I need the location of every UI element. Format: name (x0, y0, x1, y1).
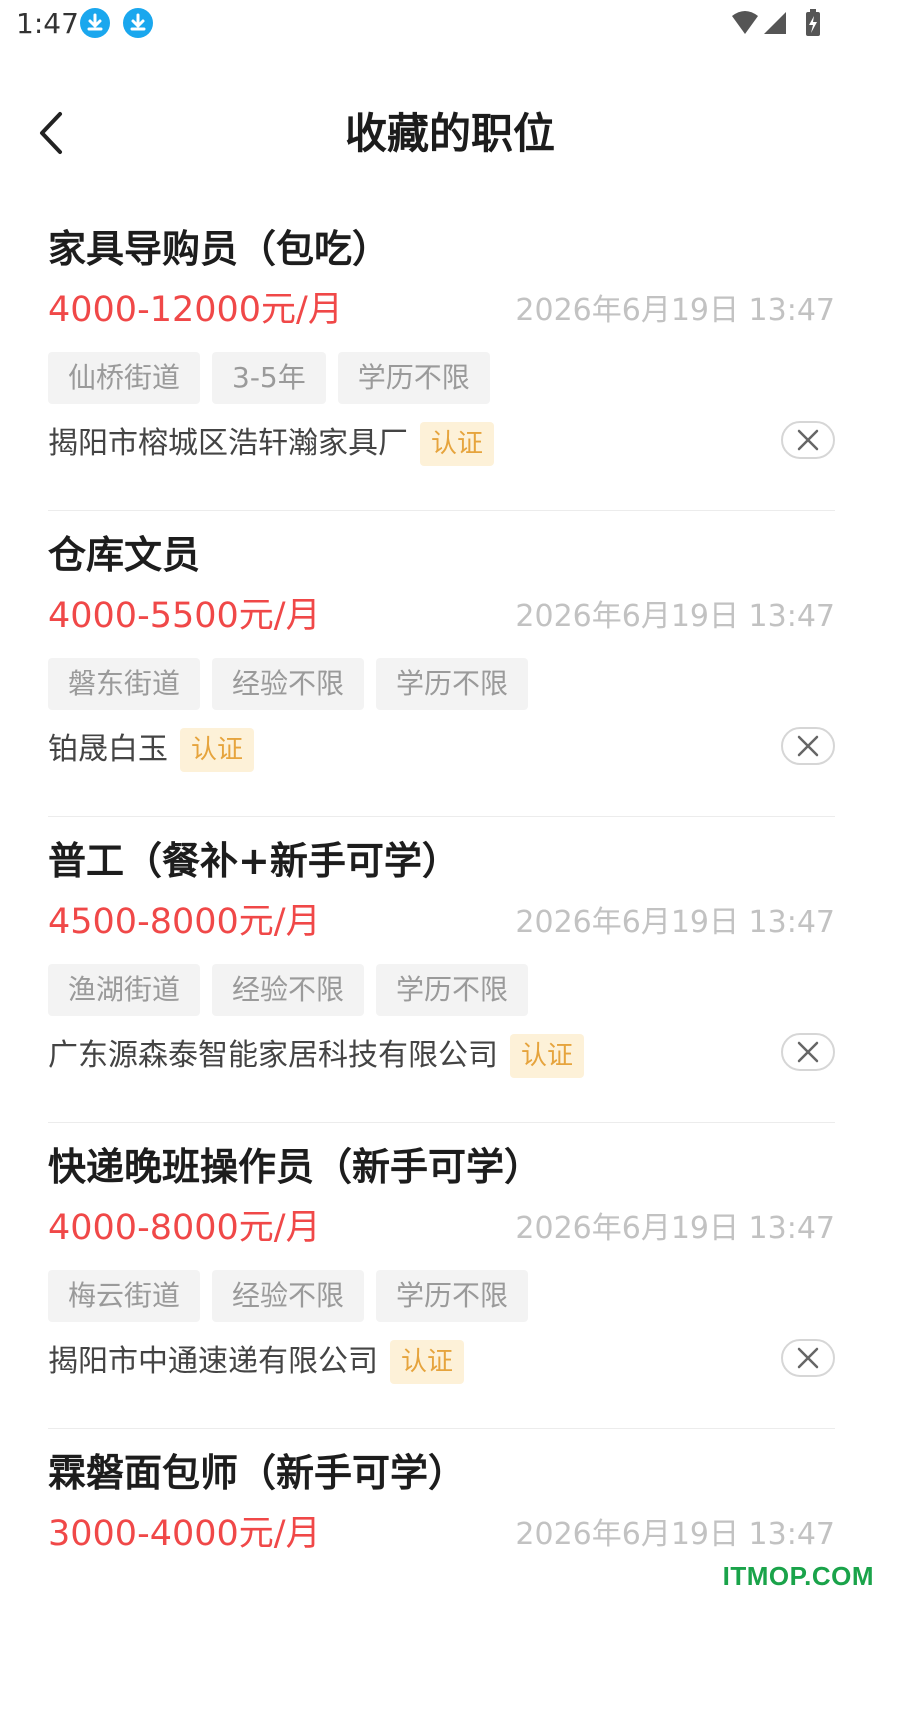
download-icon (80, 8, 110, 38)
tag-education: 学历不限 (376, 964, 529, 1016)
remove-favorite-button[interactable] (781, 727, 835, 765)
job-card[interactable]: 普工（餐补+新手可学） 4500-8000元/月 2026年6月19日 13:4… (48, 817, 835, 1123)
job-salary: 4500-8000元/月 (48, 902, 321, 942)
job-card[interactable]: 家具导购员（包吃） 4000-12000元/月 2026年6月19日 13:47… (48, 205, 835, 511)
saved-time: 2026年6月19日 13:47 (515, 1211, 835, 1246)
company-name: 揭阳市榕城区浩轩瀚家具厂 (48, 426, 408, 461)
job-title: 普工（餐补+新手可学） (48, 839, 460, 883)
close-icon (797, 1041, 819, 1063)
verified-badge: 认证 (420, 422, 495, 466)
saved-time: 2026年6月19日 13:47 (515, 293, 835, 328)
job-title: 霖磐面包师（新手可学） (48, 1451, 467, 1495)
status-time: 1:47 (16, 7, 79, 40)
tag-experience: 经验不限 (212, 658, 365, 710)
job-salary: 4000-8000元/月 (48, 1208, 321, 1248)
tag-experience: 3-5年 (212, 352, 326, 404)
tag-education: 学历不限 (337, 352, 490, 404)
tag-experience: 经验不限 (212, 1270, 365, 1322)
verified-badge: 认证 (510, 1034, 585, 1078)
download-icon (123, 8, 153, 38)
job-card[interactable]: 快递晚班操作员（新手可学） 4000-8000元/月 2026年6月19日 13… (48, 1123, 835, 1429)
tag-education: 学历不限 (376, 1270, 529, 1322)
tag-location: 梅云街道 (48, 1270, 201, 1322)
remove-favorite-button[interactable] (781, 1339, 835, 1377)
saved-time: 2026年6月19日 13:47 (515, 1517, 835, 1552)
status-bar: 1:47 (0, 0, 900, 48)
close-icon (797, 429, 819, 451)
job-salary: 4000-12000元/月 (48, 290, 343, 330)
system-status-icons (732, 9, 820, 36)
job-card[interactable]: 仓库文员 4000-5500元/月 2026年6月19日 13:47 磐东街道 … (48, 511, 835, 817)
job-card[interactable]: 霖磐面包师（新手可学） 3000-4000元/月 2026年6月19日 13:4… (48, 1429, 835, 1735)
company-name: 揭阳市中通速递有限公司 (48, 1344, 378, 1379)
saved-time: 2026年6月19日 13:47 (515, 905, 835, 940)
app-header: 收藏的职位 (0, 90, 900, 180)
job-salary: 4000-5500元/月 (48, 596, 321, 636)
wifi-icon (732, 11, 758, 34)
saved-time: 2026年6月19日 13:47 (515, 599, 835, 634)
tag-location: 磐东街道 (48, 658, 201, 710)
signal-icon (764, 12, 786, 34)
job-tags: 磐东街道 经验不限 学历不限 (48, 658, 540, 710)
verified-badge: 认证 (180, 728, 255, 772)
job-title: 快递晚班操作员（新手可学） (48, 1145, 543, 1189)
company-name: 广东源森泰智能家居科技有限公司 (48, 1038, 498, 1073)
company-row: 铂晟白玉 认证 (48, 727, 255, 773)
job-salary: 3000-4000元/月 (48, 1514, 321, 1554)
remove-favorite-button[interactable] (781, 1033, 835, 1071)
job-title: 仓库文员 (48, 533, 201, 577)
remove-favorite-button[interactable] (781, 421, 835, 459)
job-tags: 渔湖街道 经验不限 学历不限 (48, 964, 540, 1016)
job-tags: 梅云街道 经验不限 学历不限 (48, 1270, 540, 1322)
verified-badge: 认证 (390, 1340, 465, 1384)
tag-education: 学历不限 (376, 658, 529, 710)
job-tags: 仙桥街道 3-5年 学历不限 (48, 352, 502, 404)
company-row: 广东源森泰智能家居科技有限公司 认证 (48, 1033, 585, 1079)
page-title: 收藏的职位 (344, 109, 555, 158)
tag-experience: 经验不限 (212, 964, 365, 1016)
job-list: 家具导购员（包吃） 4000-12000元/月 2026年6月19日 13:47… (48, 205, 835, 1735)
job-title: 家具导购员（包吃） (48, 227, 391, 271)
close-icon (797, 1347, 819, 1369)
company-row: 揭阳市中通速递有限公司 认证 (48, 1339, 465, 1385)
company-row: 揭阳市榕城区浩轩瀚家具厂 认证 (48, 421, 495, 467)
company-name: 铂晟白玉 (48, 732, 168, 767)
tag-location: 仙桥街道 (48, 352, 201, 404)
tag-location: 渔湖街道 (48, 964, 201, 1016)
close-icon (797, 735, 819, 757)
watermark: ITMOP.COM (722, 1561, 874, 1591)
